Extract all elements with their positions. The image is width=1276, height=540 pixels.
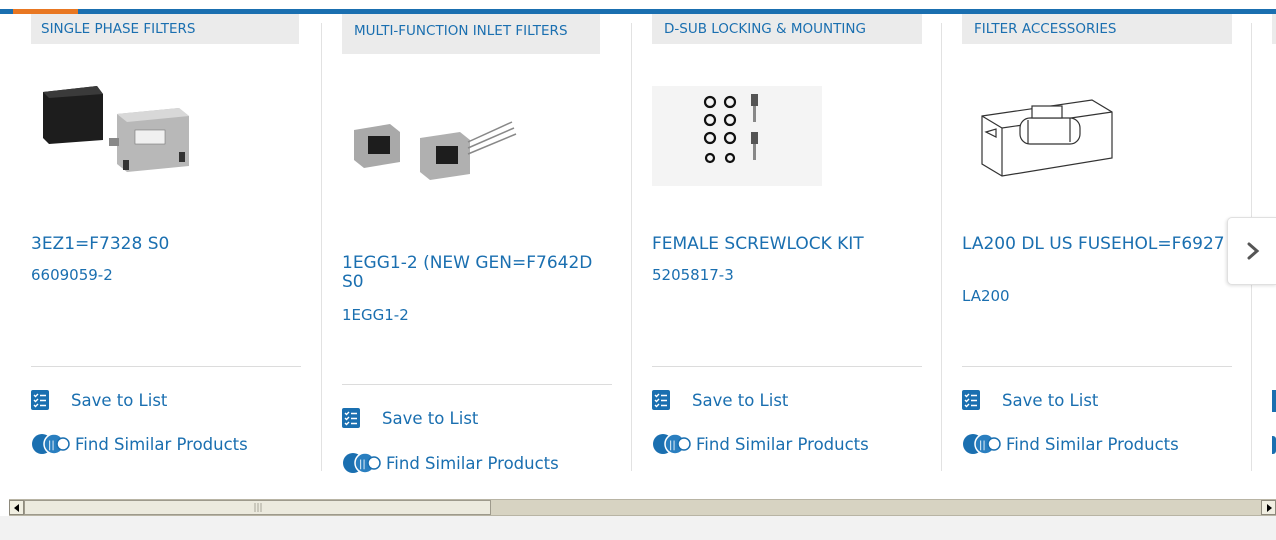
part-number[interactable]: 5205817-3 <box>652 266 734 284</box>
similar-products-icon: || <box>962 431 1002 457</box>
divider-line <box>31 366 301 367</box>
scroll-right-button[interactable] <box>1261 500 1276 515</box>
part-number[interactable]: 6609059-2 <box>31 266 113 284</box>
svg-text:||: || <box>669 440 676 451</box>
save-to-list-label: Save to List <box>71 390 168 410</box>
category-label[interactable]: MULTI-FUNCTION INLET FILTERS <box>342 14 600 54</box>
find-similar-label: Find Similar Products <box>1006 434 1179 454</box>
divider-line <box>342 384 612 385</box>
product-image[interactable] <box>652 86 822 186</box>
card-divider <box>631 23 632 471</box>
divider-line <box>652 366 922 367</box>
category-label[interactable]: SINGLE PHASE FILTERS <box>31 14 299 44</box>
list-icon[interactable] <box>1272 390 1276 412</box>
product-card: SINGLE PHASE FILTERS 3EZ1=F7328 S0 66090… <box>31 14 301 484</box>
svg-text:||: || <box>48 440 55 451</box>
product-name[interactable]: LA200 DL US FUSEHOL=F6927 <box>962 235 1230 254</box>
find-similar-products-link[interactable]: || Find Similar Products <box>962 431 1179 457</box>
card-divider <box>941 23 942 471</box>
category-label[interactable] <box>1272 14 1276 44</box>
find-similar-label: Find Similar Products <box>386 453 559 473</box>
card-divider <box>321 23 322 471</box>
scrollbar-track[interactable] <box>491 500 1261 515</box>
product-card: MULTI-FUNCTION INLET FILTERS 1EGG1-2 (NE… <box>342 14 612 484</box>
carousel-next-button[interactable] <box>1227 217 1276 285</box>
list-icon <box>652 390 670 410</box>
divider-line <box>962 366 1232 367</box>
triangle-right-icon <box>1266 503 1272 512</box>
save-to-list-button[interactable]: Save to List <box>31 387 167 413</box>
similar-products-icon: || <box>342 450 382 476</box>
find-similar-label: Find Similar Products <box>696 434 869 454</box>
list-icon <box>342 408 360 428</box>
list-icon <box>31 390 49 410</box>
category-label[interactable]: FILTER ACCESSORIES <box>962 14 1232 44</box>
chevron-right-icon <box>1247 242 1259 260</box>
page-footer-area <box>0 516 1276 540</box>
save-to-list-button[interactable]: Save to List <box>652 387 788 413</box>
find-similar-products-link[interactable]: || Find Similar Products <box>31 431 248 457</box>
product-image[interactable] <box>350 110 550 220</box>
scrollbar-thumb[interactable] <box>24 500 491 515</box>
product-name[interactable]: FEMALE SCREWLOCK KIT <box>652 235 920 254</box>
svg-text:||: || <box>979 440 986 451</box>
save-to-list-button[interactable]: Save to List <box>342 405 478 431</box>
product-card: D-SUB LOCKING & MOUNTING FEMALE SCREWLOC… <box>652 14 922 484</box>
similar-products-icon: || <box>31 431 71 457</box>
find-similar-products-link[interactable]: || Find Similar Products <box>652 431 869 457</box>
product-carousel: SINGLE PHASE FILTERS 3EZ1=F7328 S0 66090… <box>0 14 1276 496</box>
product-card: FILTER ACCESSORIES LA200 DL US FUSEHOL=F… <box>962 14 1232 484</box>
product-name[interactable]: 3EZ1=F7328 S0 <box>31 235 299 254</box>
part-number[interactable]: 1EGG1-2 <box>342 306 409 324</box>
horizontal-scrollbar[interactable] <box>9 499 1276 516</box>
svg-text:||: || <box>359 459 366 470</box>
product-name[interactable]: 1EGG1-2 (NEW GEN=F7642D S0 <box>342 254 610 292</box>
similar-products-icon[interactable] <box>1272 436 1276 454</box>
find-similar-label: Find Similar Products <box>75 434 248 454</box>
save-to-list-label: Save to List <box>382 408 479 428</box>
product-image[interactable] <box>972 88 1172 198</box>
save-to-list-label: Save to List <box>692 390 789 410</box>
category-label[interactable]: D-SUB LOCKING & MOUNTING <box>652 14 922 44</box>
product-image[interactable] <box>39 82 239 192</box>
grip-icon <box>254 503 261 512</box>
part-number[interactable]: LA200 <box>962 287 1010 305</box>
triangle-left-icon <box>13 503 19 512</box>
list-icon <box>962 390 980 410</box>
scroll-left-button[interactable] <box>9 500 24 515</box>
find-similar-products-link[interactable]: || Find Similar Products <box>342 450 559 476</box>
save-to-list-button[interactable]: Save to List <box>962 387 1098 413</box>
save-to-list-label: Save to List <box>1002 390 1099 410</box>
similar-products-icon: || <box>652 431 692 457</box>
